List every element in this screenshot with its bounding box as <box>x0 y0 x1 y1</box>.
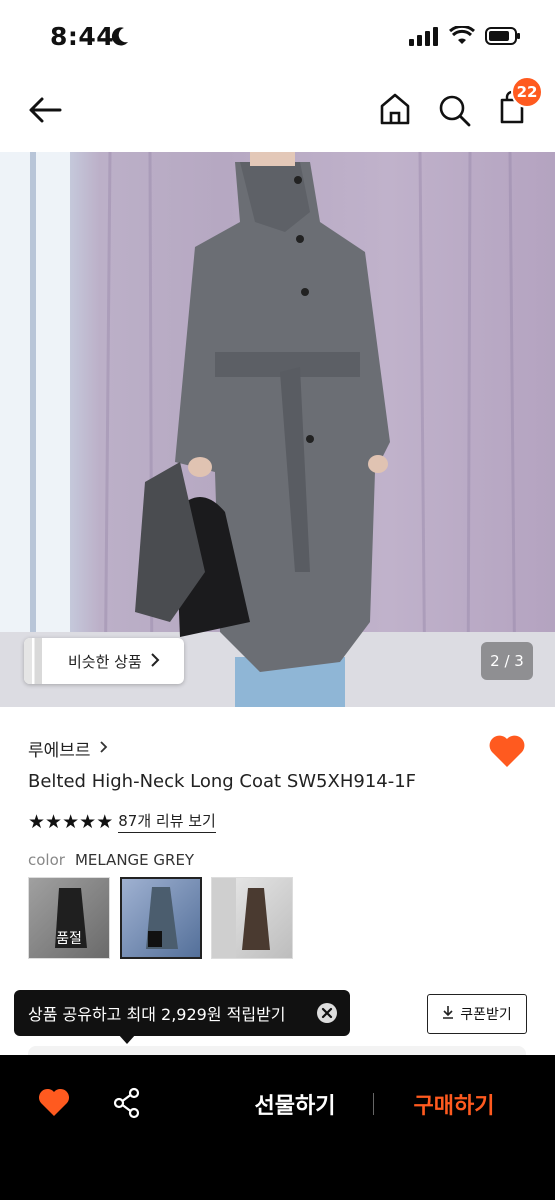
brand-link[interactable]: 루에브르 <box>28 736 108 761</box>
bottom-divider <box>373 1093 374 1115</box>
product-title: Belted High-Neck Long Coat SW5XH914-1F <box>28 771 417 792</box>
buy-button[interactable]: 구매하기 <box>396 1088 512 1122</box>
home-icon[interactable] <box>376 89 414 129</box>
color-swatch[interactable] <box>211 877 293 959</box>
wifi-icon <box>449 24 475 50</box>
brand-name: 루에브르 <box>28 741 91 761</box>
star-icon: ★ <box>79 810 96 833</box>
coupon-label: 쿠폰받기 <box>460 1007 512 1023</box>
star-icon: ★ <box>45 810 62 833</box>
rating-row: ★ ★ ★ ★ ★ 87개 리뷰 보기 <box>28 810 216 833</box>
cart-count-badge: 22 <box>511 76 543 108</box>
status-time: 8:44 <box>50 22 115 51</box>
color-row: color MELANGE GREY <box>28 851 194 869</box>
coupon-button[interactable]: 쿠폰받기 <box>427 994 527 1034</box>
similar-products-label: 비슷한 상품 <box>68 652 142 671</box>
close-icon[interactable] <box>316 1002 338 1024</box>
color-label: color <box>28 851 65 869</box>
tooltip-text: 상품 공유하고 최대 2,929원 적립받기 <box>28 1005 286 1024</box>
back-arrow-icon[interactable] <box>26 90 66 130</box>
reviews-link[interactable]: 87개 리뷰 보기 <box>118 810 216 833</box>
share-icon[interactable] <box>112 1087 142 1119</box>
color-swatch-selected[interactable] <box>120 877 202 959</box>
battery-icon <box>485 26 521 50</box>
similar-products-button[interactable]: 비슷한 상품 <box>24 638 184 684</box>
bottom-action-bar <box>0 1055 555 1200</box>
color-swatch[interactable]: 품절 <box>28 877 110 959</box>
search-icon[interactable] <box>436 90 474 130</box>
like-heart-icon[interactable] <box>38 1088 70 1118</box>
share-reward-tooltip: 상품 공유하고 최대 2,929원 적립받기 <box>14 990 350 1036</box>
gift-button[interactable]: 선물하기 <box>232 1088 358 1122</box>
star-icon: ★ <box>28 810 45 833</box>
image-pager: 2 / 3 <box>481 642 533 680</box>
chevron-right-icon <box>150 652 160 671</box>
tooltip-tail <box>118 1034 136 1044</box>
star-icon: ★ <box>62 810 79 833</box>
moon-icon <box>110 26 130 52</box>
sold-out-badge: 품절 <box>56 931 82 947</box>
color-value: MELANGE GREY <box>74 851 195 869</box>
product-image[interactable] <box>0 152 555 707</box>
signal-icon <box>409 26 439 50</box>
chevron-right-icon <box>99 739 108 759</box>
download-icon <box>442 1005 454 1023</box>
wishlist-heart-icon[interactable] <box>487 733 527 769</box>
status-icons <box>409 24 521 50</box>
similar-thumb-icon <box>24 638 50 684</box>
star-icon: ★ <box>96 810 113 833</box>
rating-stars: ★ ★ ★ ★ ★ <box>28 810 113 833</box>
